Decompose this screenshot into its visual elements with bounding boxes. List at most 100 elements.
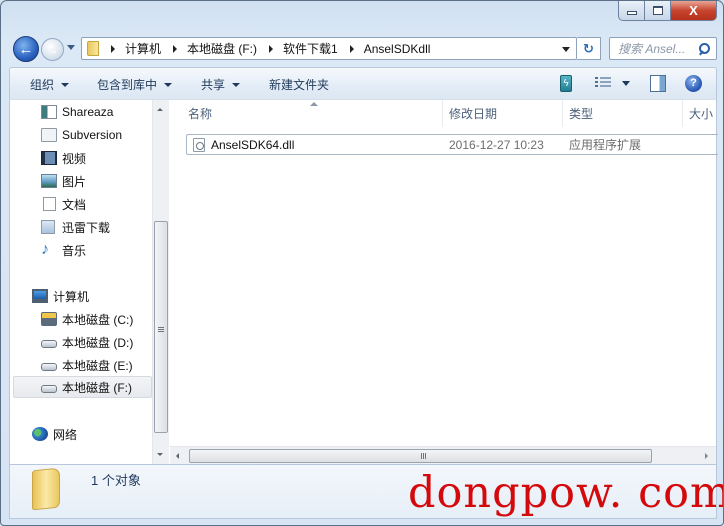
breadcrumb-current-folder[interactable]: AnselSDKdll <box>364 42 431 56</box>
sidebar-item-label: 迅雷下载 <box>62 220 111 235</box>
maximize-button[interactable] <box>645 1 671 21</box>
address-history-dropdown[interactable] <box>562 47 570 52</box>
column-header-name[interactable]: 名称 <box>170 100 443 127</box>
back-arrow-icon: ← <box>18 40 34 58</box>
sidebar-item-label: 文档 <box>62 197 87 212</box>
column-label: 类型 <box>569 107 594 121</box>
breadcrumb-software-download[interactable]: 软件下载1 <box>283 40 338 57</box>
breadcrumb-arrow-icon[interactable] <box>111 44 115 53</box>
view-details-icon[interactable] <box>595 75 611 92</box>
sidebar-item-drive-f[interactable]: 本地磁盘 (F:) <box>13 376 152 398</box>
column-header-type[interactable]: 类型 <box>563 100 683 127</box>
scroll-right-arrow-icon[interactable] <box>705 453 708 459</box>
subversion-icon <box>41 128 57 142</box>
address-bar[interactable]: 计算机 本地磁盘 (F:) 软件下载1 AnselSDKdll <box>81 37 577 60</box>
column-label: 名称 <box>188 107 213 121</box>
recent-pages-dropdown[interactable] <box>67 45 75 50</box>
sidebar-item-label: 本地磁盘 (F:) <box>62 380 132 395</box>
search-input[interactable]: 搜索 Ansel... <box>609 37 717 60</box>
mobile-device-icon[interactable]: ϟ <box>560 75 572 92</box>
sidebar-item-computer[interactable]: 计算机 <box>32 285 89 307</box>
drive-icon <box>41 385 57 393</box>
sidebar-item-network[interactable]: 网络 <box>32 423 77 445</box>
sidebar-item-drive-d[interactable]: 本地磁盘 (D:) <box>41 331 133 353</box>
refresh-icon: ↻ <box>583 40 594 56</box>
chevron-down-icon <box>232 82 241 87</box>
sidebar-item-drive-e[interactable]: 本地磁盘 (E:) <box>41 354 133 376</box>
sidebar-item-subversion[interactable]: Subversion <box>41 124 122 146</box>
search-icon[interactable] <box>698 42 710 55</box>
sidebar-item-video[interactable]: 视频 <box>41 147 86 169</box>
new-folder-label: 新建文件夹 <box>269 78 330 92</box>
help-glyph: ? <box>690 77 697 89</box>
sidebar-item-music[interactable]: ♪ 音乐 <box>41 239 86 261</box>
sidebar-item-label: Shareaza <box>62 105 114 119</box>
explorer-window: X ← → 计算机 本地磁盘 (F:) 软件下载1 AnselSDKdll ↻ … <box>0 0 724 526</box>
breadcrumb-arrow-icon[interactable] <box>173 44 178 53</box>
grip-icon <box>420 453 427 459</box>
organize-label: 组织 <box>30 78 55 92</box>
breadcrumb-arrow-icon[interactable] <box>349 44 354 53</box>
include-in-library-menu[interactable]: 包含到库中 <box>97 76 173 93</box>
column-label: 修改日期 <box>449 107 498 121</box>
navigation-pane-scrollbar[interactable] <box>152 100 169 464</box>
file-name: AnselSDK64.dll <box>211 137 295 152</box>
navigation-pane: Shareaza Subversion 视频 图片 文档 迅雷下载 ♪ 音乐 计算… <box>10 100 152 464</box>
file-list-horizontal-scrollbar[interactable] <box>170 446 716 464</box>
back-button[interactable]: ← <box>13 36 39 62</box>
organize-menu[interactable]: 组织 <box>30 76 70 93</box>
share-menu[interactable]: 共享 <box>201 76 241 93</box>
view-options-dropdown[interactable] <box>622 81 630 86</box>
sidebar-item-pictures[interactable]: 图片 <box>41 170 86 192</box>
chevron-down-icon <box>164 82 173 87</box>
help-icon[interactable]: ? <box>685 75 702 92</box>
minimize-button[interactable] <box>618 1 645 21</box>
video-icon <box>41 151 57 165</box>
sidebar-item-label: 网络 <box>53 427 78 442</box>
refresh-button[interactable]: ↻ <box>577 37 601 60</box>
command-bar: 组织 包含到库中 共享 新建文件夹 ϟ ? <box>9 67 717 99</box>
grip-icon <box>158 327 164 333</box>
forward-button[interactable]: → <box>41 38 64 61</box>
file-type: 应用程序扩展 <box>569 138 642 152</box>
item-count: 1 个对象 <box>91 473 141 488</box>
new-folder-button[interactable]: 新建文件夹 <box>269 76 329 93</box>
close-icon: X <box>689 3 698 18</box>
column-header-date-modified[interactable]: 修改日期 <box>443 100 563 127</box>
system-drive-icon <box>41 312 57 326</box>
scroll-up-arrow-icon[interactable] <box>157 108 163 111</box>
share-label: 共享 <box>201 78 226 92</box>
sidebar-item-label: 视频 <box>62 151 87 166</box>
watermark-text: dongpow. com <box>408 468 724 518</box>
sidebar-item-documents[interactable]: 文档 <box>41 193 86 215</box>
file-modified-date: 2016-12-27 10:23 <box>449 137 544 152</box>
close-button[interactable]: X <box>671 1 717 21</box>
sidebar-item-label: 本地磁盘 (C:) <box>62 312 134 327</box>
breadcrumb-arrow-icon[interactable] <box>269 44 274 53</box>
sidebar-item-drive-c[interactable]: 本地磁盘 (C:) <box>41 308 133 330</box>
shareaza-icon <box>41 105 57 119</box>
sidebar-item-thunder-download[interactable]: 迅雷下载 <box>41 216 110 238</box>
scrollbar-thumb[interactable] <box>189 449 652 463</box>
drive-icon <box>41 340 57 348</box>
sidebar-item-label: Subversion <box>62 128 123 142</box>
picture-icon <box>41 174 57 188</box>
breadcrumb-computer[interactable]: 计算机 <box>125 40 161 57</box>
column-label: 大小 <box>689 107 714 121</box>
music-icon: ♪ <box>41 241 49 258</box>
computer-icon <box>32 289 48 303</box>
scroll-down-arrow-icon[interactable] <box>157 453 163 456</box>
scrollbar-thumb[interactable] <box>154 221 168 433</box>
table-row[interactable]: AnselSDK64.dll 2016-12-27 10:23 应用程序扩展 <box>186 134 718 155</box>
sidebar-item-label: 计算机 <box>53 289 90 304</box>
preview-pane-icon[interactable] <box>650 75 666 92</box>
sidebar-item-shareaza[interactable]: Shareaza <box>41 101 113 123</box>
maximize-icon <box>652 6 663 15</box>
breadcrumb-drive-f[interactable]: 本地磁盘 (F:) <box>187 40 257 57</box>
thunder-download-icon <box>41 220 55 234</box>
sidebar-item-label: 音乐 <box>62 243 87 258</box>
scroll-left-arrow-icon[interactable] <box>176 453 179 459</box>
dll-file-icon <box>193 137 205 152</box>
main-content: Shareaza Subversion 视频 图片 文档 迅雷下载 ♪ 音乐 计算… <box>9 99 718 465</box>
column-header-size[interactable]: 大小 <box>683 100 723 127</box>
